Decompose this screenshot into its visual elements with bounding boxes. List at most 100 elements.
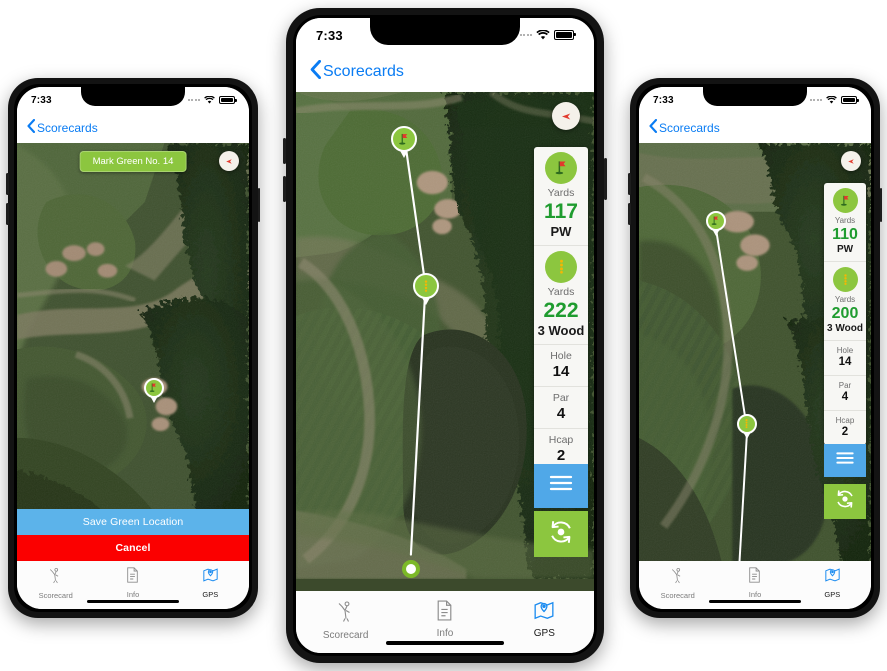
tab-label: Scorecard — [660, 591, 695, 600]
volume-down-button[interactable] — [628, 203, 631, 225]
wifi-icon — [204, 96, 215, 104]
flag-icon — [391, 125, 418, 152]
power-button[interactable] — [879, 188, 882, 222]
yards-label: Yards — [834, 215, 856, 225]
phone-center: 7:33 Scorecards Yards 117 PW Yards 222 3… — [283, 8, 607, 663]
nav-bar-left: Scorecards — [17, 113, 249, 143]
green-pin[interactable] — [391, 125, 418, 158]
tab-gps[interactable]: GPS — [495, 600, 593, 639]
par-value: 4 — [841, 391, 849, 404]
document-icon — [436, 600, 453, 626]
hcap-label: Hcap — [835, 416, 855, 426]
volume-up-button[interactable] — [6, 173, 9, 195]
chevron-left-icon — [27, 118, 36, 138]
back-to-scorecards-link[interactable]: Scorecards — [649, 118, 720, 138]
green-yardage-cell[interactable]: Yards 110 PW — [824, 183, 866, 263]
yardage-panel-right: Yards 110 PW Yards 200 3 Wood Hole 14 Pa… — [824, 182, 866, 445]
tab-bar-left: Scorecard Info GPS — [17, 561, 249, 609]
tab-label: Scorecard — [322, 630, 369, 641]
club-value: 3 Wood — [827, 323, 863, 335]
tab-info[interactable]: Info — [95, 567, 172, 599]
compass-needle-icon[interactable] — [552, 102, 580, 130]
battery-icon — [841, 96, 859, 104]
action-buttons-left: Save Green Location Cancel — [17, 509, 249, 561]
hcap-value: 2 — [841, 426, 849, 439]
tab-bar-right: Scorecard Info GPS — [639, 561, 871, 609]
volume-up-button[interactable] — [628, 173, 631, 195]
gps-refresh-button[interactable] — [824, 483, 866, 519]
tab-label: Info — [748, 590, 762, 599]
map-view-right[interactable]: Yards 110 PW Yards 200 3 Wood Hole 14 Pa… — [639, 143, 871, 561]
par-value: 4 — [556, 404, 566, 422]
layup-pin[interactable] — [412, 273, 439, 306]
tab-info[interactable]: Info — [396, 600, 494, 639]
gps-refresh-button[interactable] — [534, 511, 588, 558]
yards-label: Yards — [547, 285, 575, 298]
layup-yardage-cell[interactable]: Yards 200 3 Wood — [824, 262, 866, 342]
map-view-center[interactable]: Yards 117 PW Yards 222 3 Wood Hole 14 Pa… — [296, 92, 594, 591]
ball-position-marker[interactable] — [402, 559, 421, 578]
map-view-left[interactable]: Mark Green No. 14 Save Green Location Ca… — [17, 143, 249, 561]
green-pin[interactable] — [705, 210, 726, 236]
power-button[interactable] — [604, 158, 607, 200]
tab-label: Scorecard — [38, 591, 73, 600]
club-value: 3 Wood — [537, 323, 585, 338]
status-bar-right: 7:33 — [639, 87, 871, 113]
tab-label: GPS — [824, 590, 841, 599]
compass-needle-icon[interactable] — [219, 151, 239, 171]
cancel-button[interactable]: Cancel — [17, 535, 249, 561]
yards-label: Yards — [834, 295, 856, 305]
par-label: Par — [552, 391, 570, 404]
back-to-scorecards-link[interactable]: Scorecards — [310, 59, 404, 84]
hole-value: 14 — [838, 356, 852, 369]
screenshot-stage: 7:33 Scorecards Mark Green No. 14 Save G… — [0, 0, 887, 671]
flag-icon — [545, 151, 577, 184]
tab-gps[interactable]: GPS — [794, 567, 871, 599]
par-cell: Par 4 — [824, 376, 866, 412]
wifi-icon — [536, 30, 550, 40]
tab-scorecard[interactable]: Scorecard — [639, 567, 716, 600]
yards-value: 200 — [831, 305, 859, 323]
tab-bar-center: Scorecard Info GPS — [296, 591, 594, 653]
volume-down-button[interactable] — [283, 176, 286, 202]
compass-needle-icon[interactable] — [841, 151, 861, 171]
tab-scorecard[interactable]: Scorecard — [17, 567, 94, 600]
hole-cell: Hole 14 — [824, 341, 866, 377]
nav-bar-center: Scorecards — [296, 52, 594, 92]
hamburger-menu-button[interactable] — [534, 463, 588, 508]
notch — [703, 87, 807, 106]
green-pin[interactable] — [143, 377, 164, 403]
tab-gps[interactable]: GPS — [172, 567, 249, 599]
power-button[interactable] — [257, 188, 260, 222]
yards-value: 222 — [543, 298, 579, 322]
mark-green-banner[interactable]: Mark Green No. 14 — [79, 151, 187, 172]
status-time: 7:33 — [316, 27, 343, 43]
save-green-location-button[interactable]: Save Green Location — [17, 509, 249, 535]
volume-down-button[interactable] — [6, 203, 9, 225]
layup-dots-icon — [832, 267, 858, 293]
tab-info[interactable]: Info — [717, 567, 794, 599]
wifi-icon — [826, 96, 837, 104]
signal-dots-icon — [809, 99, 822, 101]
hole-cell: Hole 14 — [534, 345, 588, 387]
home-indicator — [386, 640, 504, 645]
layup-yardage-cell[interactable]: Yards 222 3 Wood — [534, 246, 588, 345]
status-bar-center: 7:33 — [296, 18, 594, 52]
status-bar-left: 7:33 — [17, 87, 249, 113]
tab-scorecard[interactable]: Scorecard — [297, 600, 395, 641]
map-pin-icon — [203, 567, 218, 588]
phone-left: 7:33 Scorecards Mark Green No. 14 Save G… — [6, 78, 260, 618]
layup-pin[interactable] — [736, 413, 757, 439]
chevron-left-icon — [310, 59, 321, 84]
hcap-label: Hcap — [548, 433, 574, 446]
par-label: Par — [838, 381, 852, 391]
yards-value: 117 — [544, 200, 578, 223]
hcap-value: 2 — [556, 446, 566, 464]
back-to-scorecards-link[interactable]: Scorecards — [27, 118, 98, 138]
volume-up-button[interactable] — [283, 138, 286, 164]
status-time: 7:33 — [31, 94, 52, 106]
back-label: Scorecards — [323, 63, 404, 80]
green-yardage-cell[interactable]: Yards 117 PW — [534, 147, 588, 246]
tab-label: GPS — [202, 590, 219, 599]
hamburger-menu-button[interactable] — [824, 443, 866, 477]
